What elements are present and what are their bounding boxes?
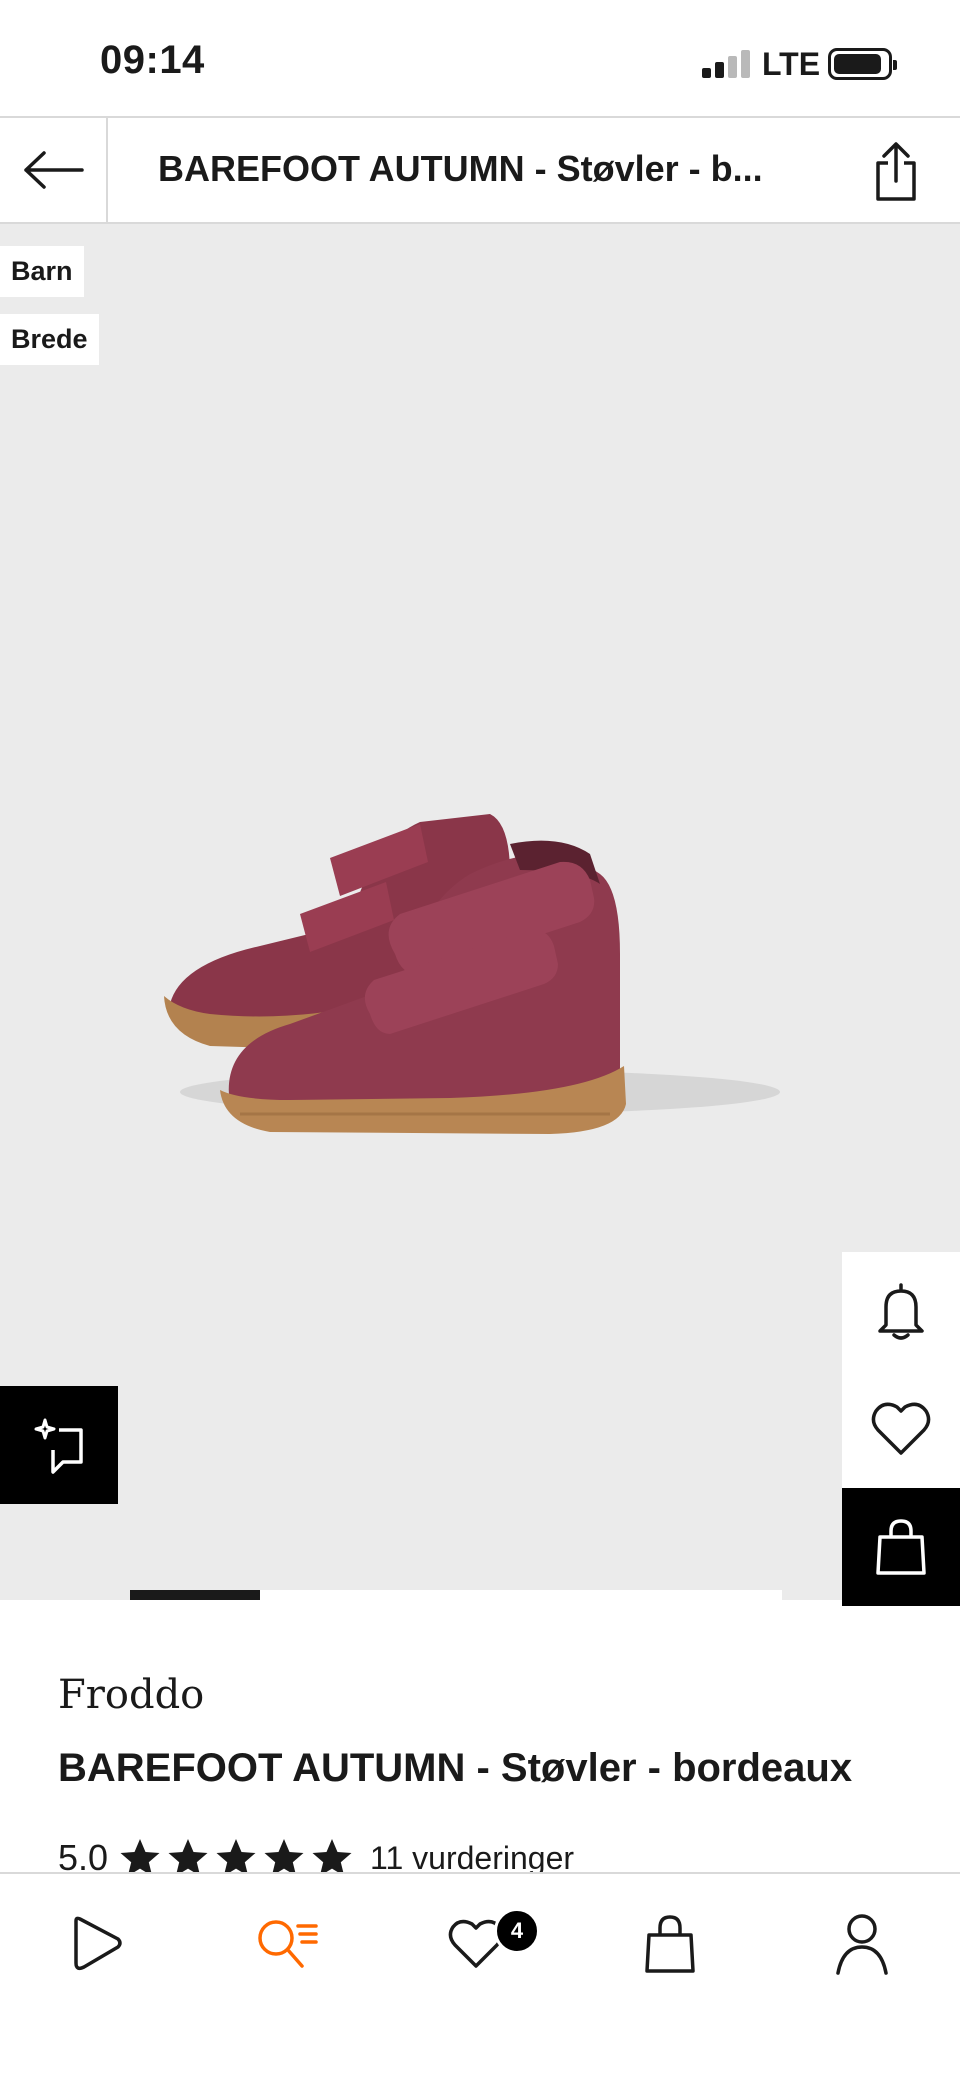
pager-active-indicator [130,1590,260,1600]
nav-profile[interactable] [822,1904,902,1984]
profile-icon [836,1914,888,1975]
arrow-left-icon [24,151,84,189]
heart-icon [871,1402,931,1455]
add-to-wishlist-button[interactable] [842,1370,960,1488]
share-button[interactable] [860,136,932,208]
share-icon [876,142,916,201]
rating-count: 11 vurderinger [370,1839,575,1876]
product-name: BAREFOOT AUTUMN - Støvler - bordeaux [58,1746,853,1790]
product-image-gallery[interactable]: Barn Brede [0,224,960,1606]
nav-bag[interactable] [630,1904,710,1984]
status-bar: 09:14 LTE [0,0,960,116]
bell-icon [878,1283,924,1340]
notify-button[interactable] [842,1252,960,1370]
status-time: 09:14 [100,38,205,82]
page-title: BAREFOOT AUTUMN - Støvler - b... [158,148,763,189]
signal-icon [702,48,750,78]
badge-kids: Barn [0,246,84,297]
search-icon [258,1920,318,1968]
battery-icon [828,48,897,80]
nav-home[interactable] [56,1904,136,1984]
sparkle-crop-icon [34,1418,83,1474]
product-header: BAREFOOT AUTUMN - Støvler - b... [0,116,960,224]
brand-name[interactable]: Froddo [58,1672,204,1718]
shopping-bag-icon [876,1519,926,1575]
nav-search[interactable] [246,1904,326,1984]
wishlist-count-badge: 4 [494,1908,540,1954]
network-type: LTE [762,46,821,82]
back-button[interactable] [0,118,108,222]
similar-items-button[interactable] [0,1386,118,1504]
bag-icon [645,1915,695,1973]
product-image [150,674,800,1134]
bottom-navigation: 4 [0,1872,960,2078]
home-icon [74,1916,122,1971]
add-to-bag-button[interactable] [842,1488,960,1606]
badge-wide: Brede [0,314,99,365]
